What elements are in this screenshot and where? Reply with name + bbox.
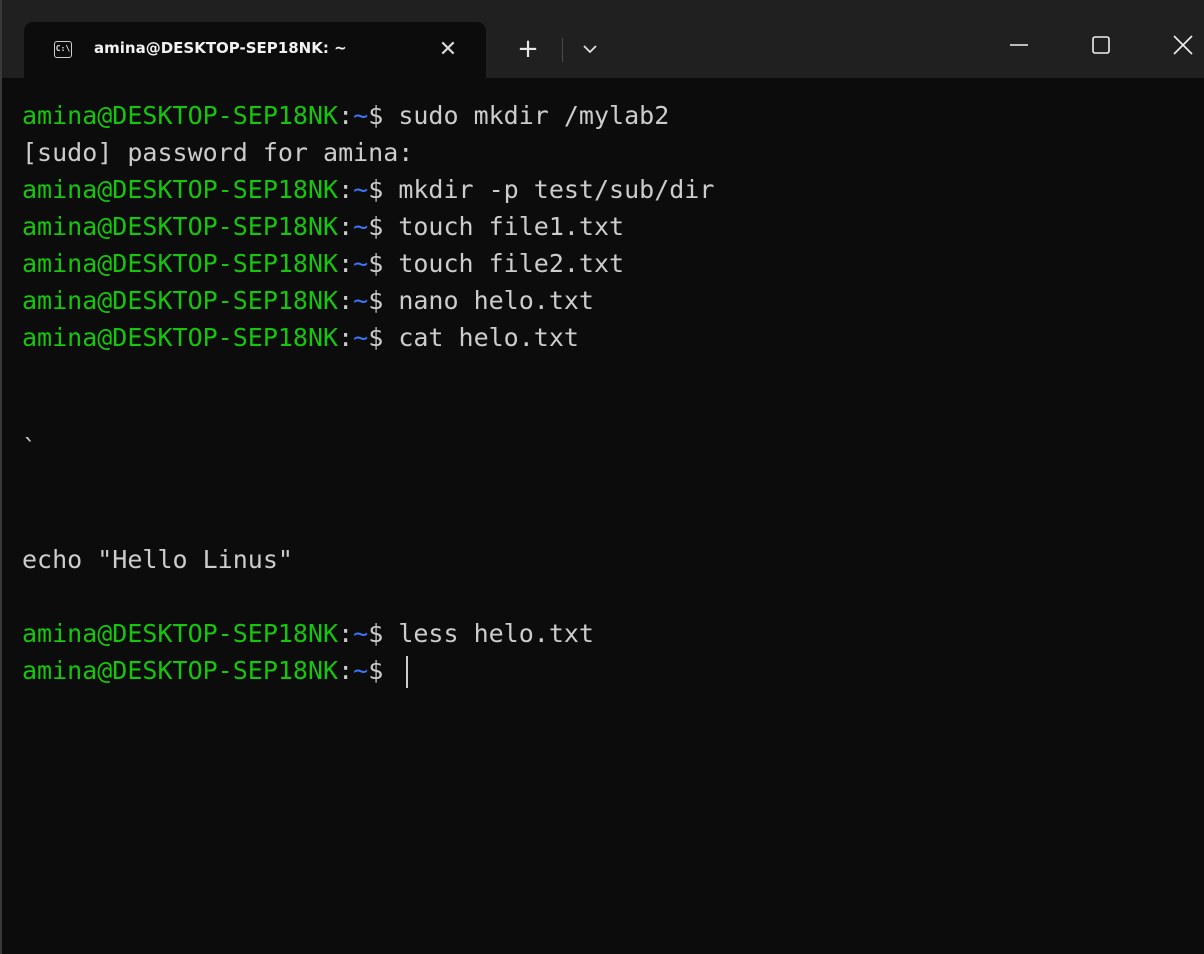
prompt-line: amina@DESKTOP-SEP18NK:~$ touch file2.txt (22, 245, 1202, 282)
terminal-icon: C:\ (54, 41, 72, 58)
command-text: sudo mkdir /mylab2 (383, 101, 670, 130)
prompt-user: amina@DESKTOP-SEP18NK (22, 323, 339, 352)
prompt-symbol: $ (368, 175, 384, 204)
prompt-colon: : (338, 212, 354, 241)
output-line: [sudo] password for amina: (22, 134, 1202, 171)
prompt-user: amina@DESKTOP-SEP18NK (22, 286, 339, 315)
output-text: ` (22, 434, 38, 463)
tab-close-icon[interactable]: ✕ (434, 36, 462, 64)
prompt-symbol: $ (368, 656, 384, 685)
prompt-colon: : (338, 323, 354, 352)
output-text: [sudo] password for amina: (22, 138, 414, 167)
prompt-path: ~ (353, 101, 369, 130)
terminal-output[interactable]: amina@DESKTOP-SEP18NK:~$ sudo mkdir /myl… (22, 97, 1202, 689)
prompt-colon: : (338, 619, 354, 648)
prompt-path: ~ (353, 619, 369, 648)
prompt-path: ~ (353, 286, 369, 315)
prompt-colon: : (338, 249, 354, 278)
prompt-symbol: $ (368, 101, 384, 130)
prompt-user: amina@DESKTOP-SEP18NK (22, 101, 339, 130)
close-icon[interactable] (1160, 22, 1204, 68)
chevron-down-icon[interactable] (577, 36, 603, 62)
prompt-path: ~ (353, 249, 369, 278)
prompt-line: amina@DESKTOP-SEP18NK:~$ nano helo.txt (22, 282, 1202, 319)
prompt-symbol: $ (368, 249, 384, 278)
tab-divider (562, 38, 563, 62)
prompt-symbol: $ (368, 323, 384, 352)
command-text: touch file2.txt (383, 249, 625, 278)
prompt-symbol: $ (368, 212, 384, 241)
command-text: touch file1.txt (383, 212, 625, 241)
prompt-colon: : (338, 175, 354, 204)
prompt-path: ~ (353, 175, 369, 204)
prompt-user: amina@DESKTOP-SEP18NK (22, 212, 339, 241)
prompt-line: amina@DESKTOP-SEP18NK:~$ cat helo.txt (22, 319, 1202, 356)
prompt-colon: : (338, 101, 354, 130)
prompt-line: amina@DESKTOP-SEP18NK:~$ (22, 652, 1202, 689)
output-text: echo "Hello Linus" (22, 545, 293, 574)
prompt-path: ~ (353, 323, 369, 352)
command-text: mkdir -p test/sub/dir (383, 175, 715, 204)
output-line: echo "Hello Linus" (22, 541, 1202, 578)
maximize-icon[interactable] (1078, 22, 1124, 68)
new-tab-button[interactable]: + (513, 34, 543, 64)
tab-terminal[interactable]: C:\ amina@DESKTOP-SEP18NK: ~ ✕ (24, 22, 486, 78)
command-text (383, 656, 398, 685)
prompt-user: amina@DESKTOP-SEP18NK (22, 619, 339, 648)
prompt-symbol: $ (368, 286, 384, 315)
prompt-user: amina@DESKTOP-SEP18NK (22, 175, 339, 204)
output-line: ` (22, 430, 1202, 467)
prompt-user: amina@DESKTOP-SEP18NK (22, 249, 339, 278)
prompt-line: amina@DESKTOP-SEP18NK:~$ touch file1.txt (22, 208, 1202, 245)
command-text: cat helo.txt (383, 323, 579, 352)
tab-title: amina@DESKTOP-SEP18NK: ~ (94, 39, 347, 57)
prompt-symbol: $ (368, 619, 384, 648)
prompt-line: amina@DESKTOP-SEP18NK:~$ less helo.txt (22, 615, 1202, 652)
terminal-window: C:\ amina@DESKTOP-SEP18NK: ~ ✕ + amina@D… (0, 0, 1204, 954)
command-text: nano helo.txt (383, 286, 594, 315)
prompt-path: ~ (353, 212, 369, 241)
text-cursor (406, 656, 409, 688)
command-text: less helo.txt (383, 619, 594, 648)
prompt-path: ~ (353, 656, 369, 685)
prompt-user: amina@DESKTOP-SEP18NK (22, 656, 339, 685)
title-bar[interactable]: C:\ amina@DESKTOP-SEP18NK: ~ ✕ + (2, 0, 1204, 78)
minimize-icon[interactable] (996, 22, 1042, 68)
prompt-colon: : (338, 656, 354, 685)
prompt-colon: : (338, 286, 354, 315)
prompt-line: amina@DESKTOP-SEP18NK:~$ mkdir -p test/s… (22, 171, 1202, 208)
prompt-line: amina@DESKTOP-SEP18NK:~$ sudo mkdir /myl… (22, 97, 1202, 134)
